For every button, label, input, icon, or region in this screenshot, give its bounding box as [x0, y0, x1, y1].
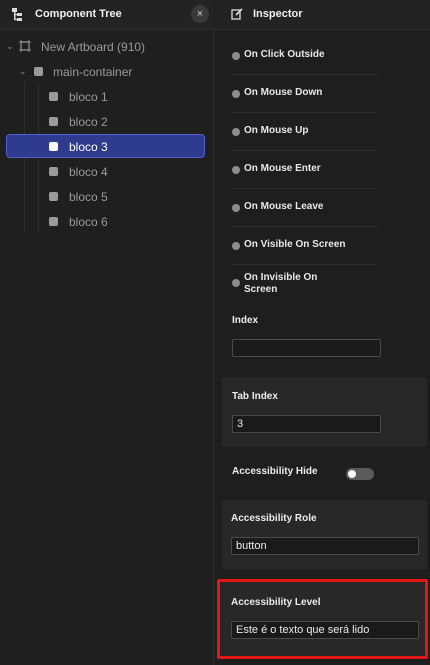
tree-item-bloco-3[interactable]: bloco 3 [0, 135, 214, 159]
accessibility-role-input[interactable] [231, 537, 419, 555]
element-icon [49, 117, 58, 126]
toggle-knob [348, 470, 356, 478]
event-label: On Invisible On Screen [244, 272, 318, 295]
artboard-icon [19, 40, 31, 52]
divider [232, 74, 377, 75]
tree-item-label: bloco 4 [69, 165, 108, 179]
accessibility-role-card [222, 500, 427, 570]
tree-item-bloco-4[interactable]: bloco 4 [0, 160, 214, 184]
tree-item-bloco-1[interactable]: bloco 1 [0, 85, 214, 109]
tab-index-card [222, 377, 427, 447]
edit-icon [231, 8, 243, 20]
divider [232, 150, 377, 151]
event-label: On Mouse Down [244, 87, 323, 98]
event-dot-icon [232, 166, 240, 174]
event-label: On Click Outside [244, 49, 325, 60]
tree-item-label: bloco 5 [69, 190, 108, 204]
tree-icon [12, 8, 22, 21]
tree-item-label: bloco 2 [69, 115, 108, 129]
tab-index-input[interactable] [232, 415, 381, 433]
event-dot-icon [232, 52, 240, 60]
tree-item-artboard[interactable]: ⌄ New Artboard (910) [0, 35, 214, 59]
divider [232, 188, 377, 189]
close-icon[interactable]: × [191, 5, 209, 23]
index-input[interactable] [232, 339, 381, 357]
component-tree-header: Component Tree × [0, 0, 214, 30]
event-dot-icon [232, 279, 240, 287]
event-label: On Mouse Enter [244, 163, 321, 174]
inspector-panel: Inspector On Click Outside On Mouse Down… [215, 0, 430, 665]
event-dot-icon [232, 242, 240, 250]
element-icon [49, 142, 58, 151]
tree-item-label: main-container [53, 65, 133, 79]
event-label: On Mouse Up [244, 125, 309, 136]
tree-item-label: New Artboard (910) [41, 40, 146, 54]
element-icon [49, 217, 58, 226]
tree-item-bloco-2[interactable]: bloco 2 [0, 110, 214, 134]
inspector-title: Inspector [253, 8, 303, 20]
event-label: On Visible On Screen [244, 239, 346, 250]
highlight-box [217, 579, 428, 659]
element-icon [49, 167, 58, 176]
component-tree-panel: Component Tree × ⌄ New Artboard (910) ⌄ … [0, 0, 214, 665]
element-icon [34, 67, 43, 76]
tree-item-bloco-5[interactable]: bloco 5 [0, 185, 214, 209]
accessibility-hide-label: Accessibility Hide [232, 466, 318, 477]
accessibility-role-label: Accessibility Role [231, 513, 317, 524]
element-icon [49, 92, 58, 101]
event-dot-icon [232, 204, 240, 212]
tree-item-label: bloco 6 [69, 215, 108, 229]
tab-index-label: Tab Index [232, 391, 278, 402]
tree-item-main-container[interactable]: ⌄ main-container [0, 60, 214, 84]
index-label: Index [232, 315, 259, 326]
chevron-down-icon[interactable]: ⌄ [6, 41, 14, 52]
accessibility-level-input[interactable] [231, 621, 419, 639]
chevron-down-icon[interactable]: ⌄ [19, 66, 27, 77]
inspector-header: Inspector [215, 0, 430, 30]
event-dot-icon [232, 128, 240, 136]
event-dot-icon [232, 90, 240, 98]
accessibility-hide-toggle[interactable] [346, 468, 374, 480]
divider [232, 226, 377, 227]
divider [232, 112, 377, 113]
event-label: On Mouse Leave [244, 201, 324, 212]
tree-item-label: bloco 1 [69, 90, 108, 104]
component-tree-title: Component Tree [35, 8, 122, 20]
tree-item-bloco-6[interactable]: bloco 6 [0, 210, 214, 234]
accessibility-level-label: Accessibility Level [231, 597, 321, 608]
divider [232, 264, 377, 265]
element-icon [49, 192, 58, 201]
tree-item-label: bloco 3 [69, 140, 108, 154]
